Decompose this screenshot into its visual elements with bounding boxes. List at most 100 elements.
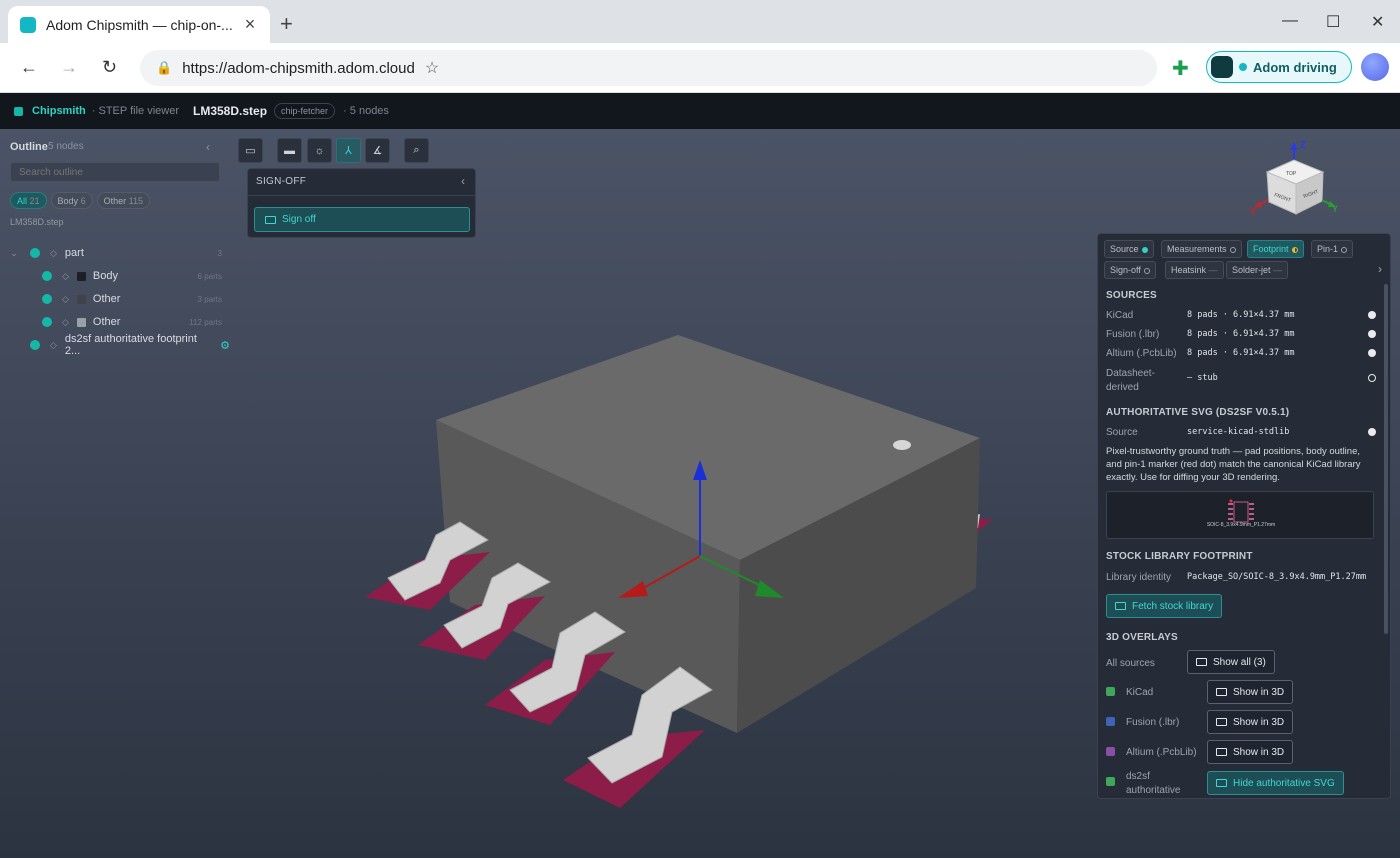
- outline-panel: Outline 5 nodes ‹ All 21 Body 6 Other 11…: [0, 129, 230, 389]
- radio-empty-icon[interactable]: [1368, 374, 1376, 382]
- maximize-icon[interactable]: ☐: [1326, 12, 1340, 32]
- close-tab-icon[interactable]: ×: [242, 14, 258, 35]
- signoff-popover: SIGN-OFF ‹ Sign off: [247, 168, 476, 238]
- chevron-right-icon[interactable]: ›: [1378, 262, 1382, 276]
- radio-filled-icon[interactable]: [1368, 311, 1376, 319]
- adom-driving-badge[interactable]: Adom driving: [1206, 51, 1352, 83]
- driving-label: Adom driving: [1253, 59, 1337, 75]
- visibility-icon[interactable]: [30, 340, 40, 350]
- tab-source[interactable]: Source: [1104, 240, 1154, 258]
- color-swatch: [76, 294, 86, 304]
- file-name: LM358D.step: [193, 104, 268, 118]
- filter-all[interactable]: All 21: [10, 192, 47, 209]
- color-swatch: [76, 317, 86, 327]
- svg-caption: SOIC-8_3.9x4.9mm_P1.27mm: [1207, 522, 1275, 528]
- tab-title: Adom Chipsmith — chip-on-...: [46, 16, 233, 33]
- tree-node-other[interactable]: ◇ Other 3 parts: [0, 289, 230, 309]
- tree-label: ds2sf authoritative footprint 2...: [64, 333, 197, 357]
- toolbar-divider: [397, 141, 398, 161]
- bookmark-star-icon[interactable]: ☆: [425, 58, 439, 78]
- section-label: · STEP file viewer: [91, 105, 179, 117]
- footprint-svg-preview: SOIC-8_3.9x4.9mm_P1.27mm: [1106, 491, 1374, 539]
- chip-icon[interactable]: ▭: [238, 138, 263, 163]
- outline-count: 5 nodes: [48, 141, 84, 152]
- tree-node-body[interactable]: ◇ Body 6 parts: [0, 266, 230, 286]
- address-bar[interactable]: 🔒 https://adom-chipsmith.adom.cloud ☆: [140, 50, 1157, 86]
- outline-title: Outline: [10, 141, 48, 153]
- brand-name[interactable]: Chipsmith: [32, 105, 86, 117]
- panel-scrollbar[interactable]: [1384, 284, 1388, 634]
- tab-pin1[interactable]: Pin-1: [1311, 240, 1354, 258]
- fetch-stock-library-button[interactable]: Fetch stock library: [1106, 594, 1223, 618]
- tree-node-other-2[interactable]: ◇ Other 112 parts: [0, 312, 230, 332]
- node-icon: ◇: [49, 339, 57, 350]
- tree-count: 6 parts: [197, 271, 222, 281]
- browser-tab[interactable]: Adom Chipsmith — chip-on-... ×: [8, 6, 270, 43]
- show-kicad-3d-button[interactable]: Show in 3D: [1207, 680, 1294, 704]
- x-axis-label: X: [1250, 206, 1256, 216]
- tree-label: part: [64, 247, 84, 259]
- tree-node-part[interactable]: ⌄ ◇ part 3: [0, 243, 230, 263]
- inspector-panel: Source Measurements Footprint Pin-1 Sign…: [1097, 233, 1391, 799]
- book-icon: [1216, 718, 1227, 726]
- tab-solder-jet[interactable]: Solder-jet —: [1226, 261, 1289, 279]
- status-half-icon: [1291, 246, 1298, 253]
- light-icon[interactable]: ☼: [307, 138, 332, 163]
- filter-other[interactable]: Other 115: [96, 192, 150, 209]
- minimize-icon[interactable]: —: [1282, 12, 1298, 30]
- sign-off-button[interactable]: Sign off: [254, 207, 470, 232]
- node-icon: ◇: [50, 247, 57, 258]
- chevron-down-icon[interactable]: ⌄: [8, 248, 20, 259]
- y-axis-label: Y: [1332, 204, 1338, 214]
- filter-body[interactable]: Body 6: [50, 192, 93, 209]
- show-fusion-3d-button[interactable]: Show in 3D: [1207, 710, 1294, 734]
- pin1-marker: [893, 440, 911, 450]
- color-swatch: [1106, 717, 1115, 726]
- book-icon: [1115, 602, 1126, 610]
- outline-search-input[interactable]: [10, 162, 220, 182]
- top-face-label: TOP: [1286, 171, 1297, 177]
- measure-icon[interactable]: ∡: [365, 138, 390, 163]
- radio-filled-icon[interactable]: [1368, 349, 1376, 357]
- zoom-icon[interactable]: ⌕: [404, 138, 429, 163]
- tree-node-footprint[interactable]: ◇ ds2sf authoritative footprint 2... ⚙: [0, 333, 230, 357]
- visibility-icon[interactable]: [42, 271, 52, 281]
- source-row-altium: Altium (.PcbLib) 8 pads · 6.91×4.37 mm: [1106, 348, 1376, 359]
- book-icon: [1216, 779, 1227, 787]
- forward-icon[interactable]: →: [60, 57, 78, 78]
- node-count: · 5 nodes: [343, 105, 389, 117]
- hide-authoritative-svg-button[interactable]: Hide authoritative SVG: [1207, 771, 1344, 795]
- extensions-puzzle-icon[interactable]: ✚: [1172, 56, 1189, 81]
- status-filled-icon: [1141, 246, 1148, 253]
- radio-filled-icon[interactable]: [1368, 330, 1376, 338]
- status-empty-icon: [1341, 246, 1348, 253]
- visibility-icon[interactable]: [30, 248, 40, 258]
- tab-signoff[interactable]: Sign-off: [1104, 261, 1156, 279]
- collapse-signoff-icon[interactable]: ‹: [461, 174, 465, 188]
- library-identity-row: Library identity Package_SO/SOIC-8_3.9x4.…: [1106, 572, 1367, 583]
- tab-measurements[interactable]: Measurements: [1161, 240, 1242, 258]
- close-window-icon[interactable]: ✕: [1371, 12, 1384, 32]
- reload-icon[interactable]: ↻: [102, 57, 117, 78]
- book-icon: [1216, 688, 1227, 696]
- status-empty-icon: [1143, 267, 1150, 274]
- gear-icon[interactable]: ⚙: [220, 339, 230, 352]
- tab-footprint[interactable]: Footprint: [1247, 240, 1304, 258]
- axes-icon[interactable]: ⅄: [336, 138, 361, 163]
- show-altium-3d-button[interactable]: Show in 3D: [1207, 740, 1294, 764]
- visibility-icon[interactable]: [42, 294, 52, 304]
- app-header: Chipsmith · STEP file viewer LM358D.step…: [0, 93, 1400, 129]
- profile-avatar[interactable]: [1361, 53, 1389, 81]
- show-all-button[interactable]: Show all (3): [1187, 650, 1275, 674]
- visibility-icon[interactable]: [42, 317, 52, 327]
- view-cube[interactable]: Z TOP FRONT RIGHT X Y: [1250, 138, 1345, 218]
- ruler-icon[interactable]: ▬: [277, 138, 302, 163]
- auth-source-row: Source service-kicad-stdlib: [1106, 427, 1376, 438]
- back-icon[interactable]: ←: [20, 57, 38, 78]
- tab-heatsink[interactable]: Heatsink —: [1165, 261, 1224, 279]
- collapse-outline-icon[interactable]: ‹: [206, 140, 210, 154]
- auth-description: Pixel-trustworthy ground truth — pad pos…: [1106, 446, 1361, 483]
- book-icon: [1196, 658, 1207, 666]
- new-tab-button[interactable]: +: [280, 11, 293, 37]
- radio-filled-icon[interactable]: [1368, 428, 1376, 436]
